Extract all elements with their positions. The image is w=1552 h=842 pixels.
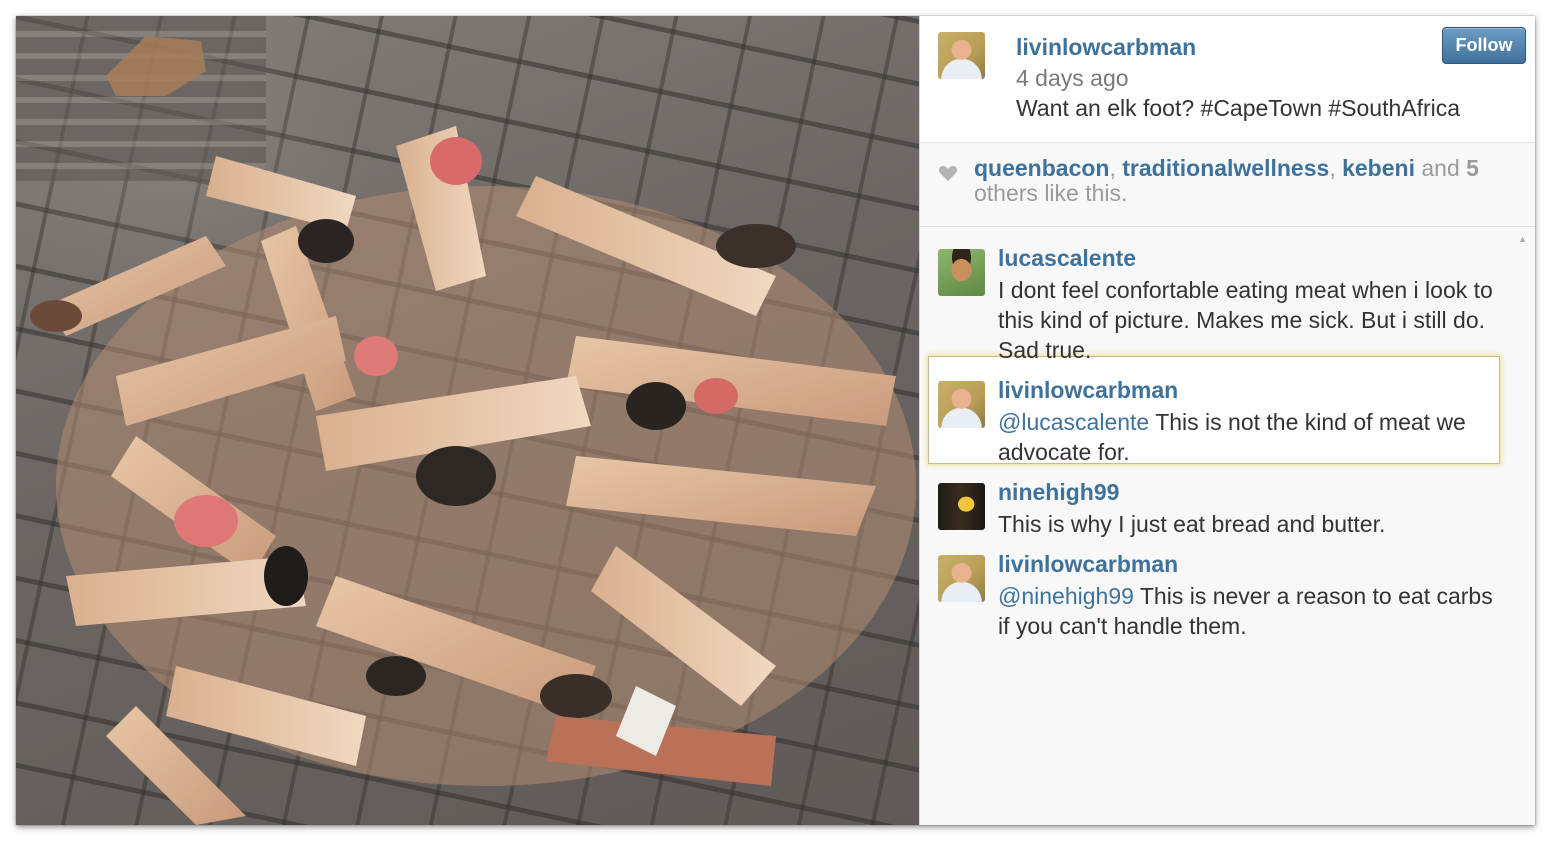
- likes-and: and: [1414, 155, 1467, 181]
- post-sidebar: livinlowcarbman 4 days ago Want an elk f…: [919, 16, 1535, 825]
- post-header: livinlowcarbman 4 days ago Want an elk f…: [920, 16, 1535, 143]
- post-caption: Want an elk foot? #CapeTown #SouthAfrica: [1016, 95, 1461, 121]
- follow-button[interactable]: Follow: [1442, 27, 1526, 64]
- commenter-username[interactable]: ninehigh99: [998, 479, 1119, 506]
- instagram-post-window: livinlowcarbman 4 days ago Want an elk f…: [16, 16, 1535, 825]
- comments-list[interactable]: ▲ lucascalente I dont feel confortable e…: [920, 228, 1535, 825]
- photo-content: [16, 16, 916, 825]
- likes-others-text: others like this.: [974, 180, 1128, 206]
- commenter-avatar[interactable]: [938, 249, 985, 296]
- likes-separator: ,: [1329, 155, 1343, 181]
- comment-body: I dont feel confortable eating meat when…: [998, 277, 1493, 363]
- post-photo[interactable]: [16, 16, 919, 825]
- commenter-username[interactable]: livinlowcarbman: [998, 551, 1178, 578]
- comment-text: @ninehigh99 This is never a reason to ea…: [998, 581, 1508, 641]
- commenter-username[interactable]: livinlowcarbman: [998, 377, 1178, 404]
- heart-icon[interactable]: [938, 163, 958, 183]
- commenter-username[interactable]: lucascalente: [998, 245, 1136, 272]
- comment-text: This is why I just eat bread and butter.: [998, 509, 1508, 539]
- commenter-avatar[interactable]: [938, 483, 985, 530]
- commenter-avatar[interactable]: [938, 381, 985, 428]
- likes-text: queenbacon, traditionalwellness, kebeni …: [974, 156, 1519, 206]
- comment-text: I dont feel confortable eating meat when…: [998, 275, 1508, 365]
- comment-text: @lucascalente This is not the kind of me…: [998, 407, 1508, 467]
- commenter-avatar[interactable]: [938, 555, 985, 602]
- owner-avatar[interactable]: [938, 32, 985, 79]
- comment-body: This is why I just eat bread and butter.: [998, 511, 1386, 537]
- hoof-pile: [30, 126, 916, 825]
- like-user-link[interactable]: queenbacon: [974, 155, 1109, 181]
- comment-mention[interactable]: @lucascalente: [998, 409, 1149, 435]
- comment-mention[interactable]: @ninehigh99: [998, 583, 1134, 609]
- post-timestamp: 4 days ago: [1016, 65, 1129, 91]
- scroll-up-arrow-icon[interactable]: ▲: [1518, 234, 1527, 244]
- drain-grate: [16, 16, 266, 181]
- like-user-link[interactable]: kebeni: [1342, 155, 1415, 181]
- likes-others-count[interactable]: 5: [1466, 155, 1479, 181]
- likes-section: queenbacon, traditionalwellness, kebeni …: [920, 143, 1535, 227]
- likes-separator: ,: [1109, 155, 1123, 181]
- owner-username[interactable]: livinlowcarbman: [1016, 34, 1196, 61]
- like-user-link[interactable]: traditionalwellness: [1122, 155, 1329, 181]
